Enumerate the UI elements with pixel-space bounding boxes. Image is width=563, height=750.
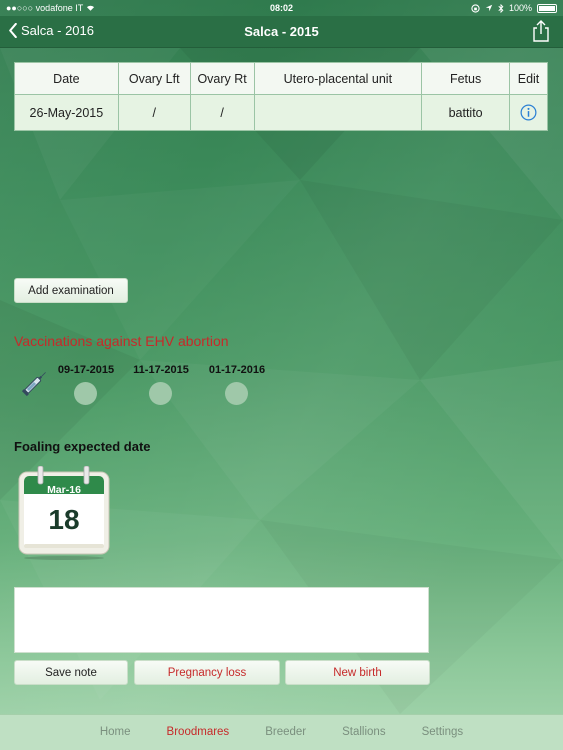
back-button[interactable]: Salca - 2016 [8, 23, 94, 38]
navigation-bar: Salca - 2016 Salca - 2015 [0, 16, 563, 48]
status-bar: ●●○○○ vodafone IT 08:02 100% [0, 0, 563, 16]
add-examination-button[interactable]: Add examination [14, 278, 128, 303]
column-header-date: Date [14, 62, 119, 95]
rotation-lock-icon [471, 3, 480, 13]
chevron-left-icon [9, 23, 17, 38]
cell-utero-placental [253, 94, 423, 131]
cell-ovary-rt: / [189, 94, 255, 131]
battery-percent: 100% [508, 3, 532, 13]
back-button-label: Salca - 2016 [21, 23, 94, 38]
save-note-button[interactable]: Save note [14, 660, 128, 685]
cell-edit [509, 94, 548, 131]
examinations-table: Date Ovary Lft Ovary Rt Utero-placental … [14, 62, 548, 131]
vaccination-toggle-1[interactable] [74, 382, 97, 405]
vaccination-date-3: 01-17-2016 [208, 364, 266, 376]
foaling-title: Foaling expected date [14, 439, 151, 454]
calendar-day: 18 [48, 504, 80, 535]
table-header-row: Date Ovary Lft Ovary Rt Utero-placental … [14, 62, 548, 95]
column-header-ovary-rt: Ovary Rt [189, 62, 255, 95]
tab-home[interactable]: Home [82, 715, 149, 750]
vaccination-toggle-3[interactable] [225, 382, 248, 405]
column-header-ovary-lft: Ovary Lft [117, 62, 191, 95]
new-birth-button[interactable]: New birth [285, 660, 430, 685]
vaccination-date-2: 11-17-2015 [133, 364, 189, 376]
note-textarea[interactable] [14, 587, 429, 653]
column-header-edit: Edit [509, 62, 548, 95]
battery-icon [537, 3, 557, 13]
tab-settings[interactable]: Settings [404, 715, 482, 750]
bluetooth-icon [498, 3, 504, 13]
vaccination-toggle-2[interactable] [149, 382, 172, 405]
calendar-icon[interactable]: Mar-16 18 [18, 465, 110, 560]
cell-date: 26-May-2015 [14, 94, 119, 131]
column-header-fetus: Fetus [421, 62, 511, 95]
vaccinations-title: Vaccinations against EHV abortion [14, 333, 229, 349]
tab-stallions[interactable]: Stallions [324, 715, 403, 750]
tab-breeder[interactable]: Breeder [247, 715, 324, 750]
info-icon[interactable] [520, 104, 537, 121]
table-row[interactable]: 26-May-2015 / / battito [14, 94, 548, 131]
syringe-icon [21, 372, 46, 397]
tab-broodmares[interactable]: Broodmares [149, 715, 248, 750]
column-header-utero-placental: Utero-placental unit [253, 62, 423, 95]
tab-bar: Home Broodmares Breeder Stallions Settin… [0, 714, 563, 750]
vaccination-date-1: 09-17-2015 [57, 364, 115, 376]
cell-fetus: battito [421, 94, 511, 131]
calendar-month: Mar-16 [47, 484, 81, 496]
cell-ovary-lft: / [117, 94, 191, 131]
pregnancy-loss-button[interactable]: Pregnancy loss [134, 660, 280, 685]
location-icon [485, 4, 493, 12]
share-icon[interactable] [531, 19, 551, 43]
